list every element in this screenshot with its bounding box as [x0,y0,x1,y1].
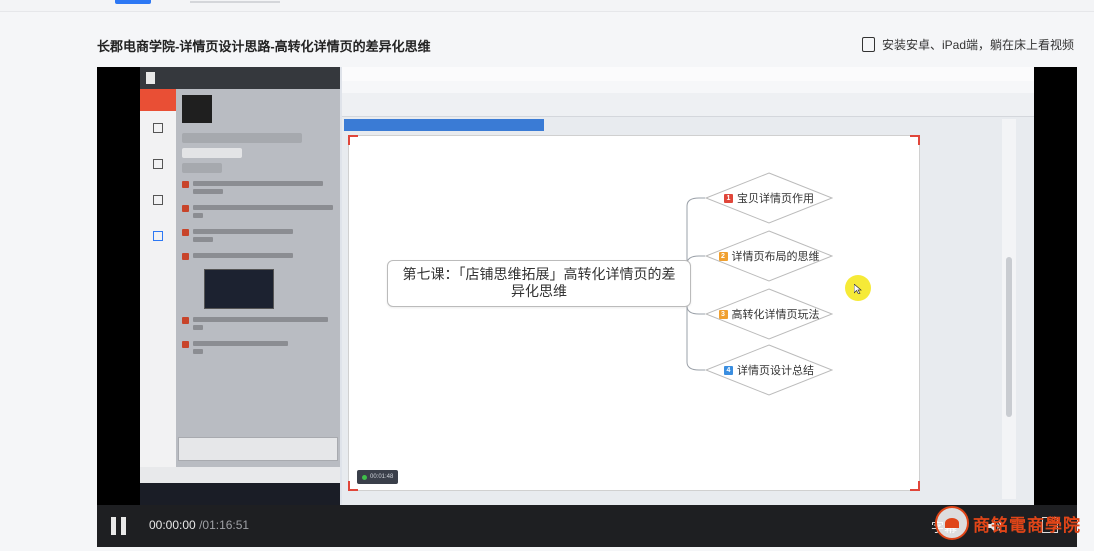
current-time: 00:00:00 [149,518,196,532]
mouse-pointer-icon [854,284,862,294]
app-logo-icon [146,72,155,84]
branch-label: 高转化详情页玩法 [731,309,820,321]
cursor-highlight [845,275,871,301]
branch-topic-3[interactable]: 3 高转化详情页玩法 [705,288,833,340]
duration: /01:16:51 [199,518,250,532]
sidebar-item [140,219,176,255]
chat-message [182,341,336,357]
branch-label: 详情页布局的思维 [731,251,820,263]
tablet-icon [862,37,875,52]
avatar [182,253,189,260]
chat-message [182,253,336,261]
video-player[interactable]: 第七课：「店铺思维拓展」高转化详情页的差异化思维 1 宝贝详情页作用 2 详情页布局… [97,67,1077,547]
sidebar-item-active [140,89,176,111]
screen-share-icon [153,231,163,241]
avatar [182,181,189,188]
active-tab-indicator[interactable] [115,0,151,4]
document-icon [153,123,163,133]
group-chat-window [140,67,340,505]
camera-icon [153,195,163,205]
chat-header-line [182,133,302,143]
recording-timer-text: 00:01:48 [370,474,394,480]
chat-toolbar [140,467,340,483]
pause-button[interactable] [111,517,127,535]
promo-text: 安装安卓、iPad端，躺在床上看视频 [882,38,1075,52]
branch-topic-1[interactable]: 1 宝贝详情页作用 [705,172,833,224]
branch-number-badge: 1 [724,193,733,203]
mindmap-document-tab [344,119,544,131]
brand-logo-icon [935,506,969,540]
brand-watermark-text: 商铭電商學院 [973,515,1081,536]
mindmap-titlebar [342,67,1034,81]
recording-timer: 00:01:48 [357,470,399,484]
avatar [182,317,189,324]
chat-tabs [182,163,222,173]
brand-watermark: 商铭電商學院 [935,506,1081,540]
chat-message [182,229,336,245]
sidebar-item [140,111,176,147]
branch-label: 宝贝详情页作用 [737,193,814,205]
desktop-taskbar [140,483,340,505]
member-row [182,148,242,158]
mindmap-scrollbar [1006,257,1012,417]
chat-message [182,317,336,333]
mindmap-canvas: 第七课：「店铺思维拓展」高转化详情页的差异化思维 1 宝贝详情页作用 2 详情页布局… [348,135,920,491]
browser-top-strip [0,0,1094,12]
mindmap-toolbar [342,93,1034,117]
chat-message [182,181,336,197]
chat-input-box [178,437,338,461]
player-controls: 00:00:00 /01:16:51 字幕 [97,505,1077,547]
chat-image-thumbnail [204,269,274,309]
mindmap-app-window: 第七课：「店铺思维拓展」高转化详情页的差异化思维 1 宝贝详情页作用 2 详情页布局… [342,67,1034,505]
app-download-promo[interactable]: 安装安卓、iPad端，躺在床上看视频 [862,36,1074,53]
chat-sidebar [140,89,176,489]
avatar [182,341,189,348]
group-banner [182,95,212,123]
avatar [182,205,189,212]
time-display: 00:00:00 /01:16:51 [149,518,249,532]
chat-window-titlebar [140,67,340,89]
branch-number-badge: 3 [718,309,728,319]
branch-topic-4[interactable]: 4 详情页设计总结 [705,344,833,396]
mindmap-connectors [686,197,705,371]
mindmap-menubar [342,81,1034,93]
branch-topic-2[interactable]: 2 详情页布局的思维 [705,230,833,282]
branch-number-badge: 4 [724,365,733,375]
branch-number-badge: 2 [718,251,728,261]
page-title: 长郡电商学院-详情页设计思路-高转化详情页的差异化思维 [97,39,431,54]
avatar [182,229,189,236]
central-topic[interactable]: 第七课：「店铺思维拓展」高转化详情页的差异化思维 [387,260,691,307]
sidebar-item [140,183,176,219]
tab-indicator-inactive [190,1,280,3]
recording-dot-icon [362,474,367,480]
edit-icon [153,159,163,169]
chat-message [182,205,336,221]
chat-main [178,89,340,489]
sidebar-item [140,147,176,183]
branch-label: 详情页设计总结 [737,365,814,377]
video-frame[interactable]: 第七课：「店铺思维拓展」高转化详情页的差异化思维 1 宝贝详情页作用 2 详情页布局… [140,67,1034,505]
